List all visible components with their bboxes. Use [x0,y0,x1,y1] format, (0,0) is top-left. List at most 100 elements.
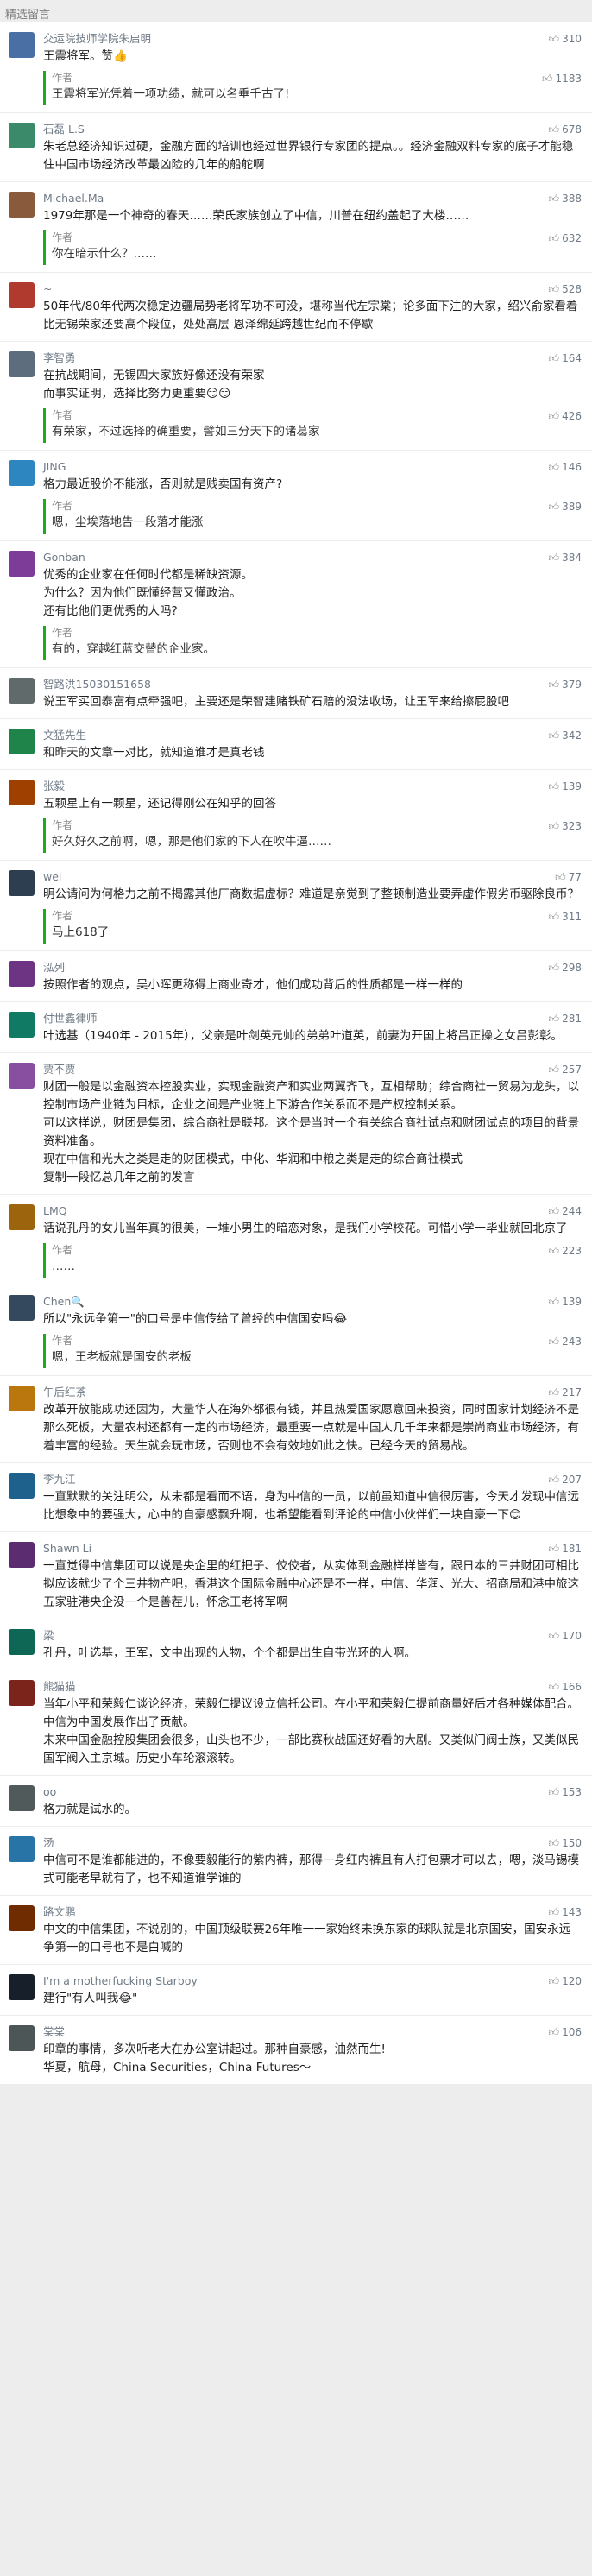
commenter-name[interactable]: 张毅 [43,779,580,794]
commenter-name[interactable]: 智路洪15030151658 [43,677,580,692]
like-count: 528 [562,283,582,295]
like-button[interactable]: 👍︎ 207 [549,1472,582,1487]
avatar[interactable] [9,460,35,486]
comment-list: 交运院技师学院朱启明 👍︎ 310 王震将军。赞👍 作者 👍︎ 1183 王震将军光凭着一项功… [0,22,592,2085]
like-button[interactable]: 👍︎ 342 [549,728,582,743]
avatar[interactable] [9,1542,35,1568]
like-button[interactable]: 👍︎ 388 [549,191,582,206]
commenter-name[interactable]: 交运院技师学院朱启明 [43,31,580,47]
like-count: 170 [562,1630,582,1642]
avatar[interactable] [9,961,35,987]
avatar[interactable] [9,1974,35,2000]
commenter-name[interactable]: 午后红茶 [43,1385,580,1400]
like-button[interactable]: 👍︎ 150 [549,1835,582,1851]
commenter-name[interactable]: Gonban [43,550,580,565]
like-button[interactable]: 👍︎ 384 [549,550,582,565]
commenter-name[interactable]: 李智勇 [43,350,580,366]
like-button[interactable]: 👍︎ 170 [549,1628,582,1644]
commenter-name[interactable]: 棠棠 [43,2024,580,2040]
like-button[interactable]: 👍︎ 528 [549,281,582,297]
like-button[interactable]: 👍︎ 164 [549,350,582,366]
commenter-name[interactable]: Chen🔍 [43,1294,580,1310]
avatar[interactable] [9,2025,35,2051]
like-button[interactable]: 👍︎ 310 [549,31,582,47]
like-button[interactable]: 👍︎ 143 [549,1904,582,1920]
like-button[interactable]: 👍︎ 139 [549,1294,582,1310]
commenter-name[interactable]: Shawn Li [43,1541,580,1556]
author-reply-label: 作者 [52,1335,73,1347]
commenter-name[interactable]: I'm a motherfucking Starboy [43,1973,580,1989]
avatar[interactable] [9,780,35,805]
like-button[interactable]: 👍︎ 257 [549,1062,582,1077]
avatar[interactable] [9,870,35,896]
like-button[interactable]: 👍︎ 139 [549,779,582,794]
commenter-name[interactable]: LMQ [43,1203,580,1219]
commenter-name[interactable]: 贾不贾 [43,1062,580,1077]
reply-like-button[interactable]: 👍︎ 1183 [542,71,582,86]
author-reply-label: 作者 [52,72,73,84]
avatar[interactable] [9,282,35,308]
like-button[interactable]: 👍︎ 166 [549,1679,582,1695]
avatar[interactable] [9,192,35,218]
avatar[interactable] [9,1386,35,1411]
commenter-name[interactable]: 李九江 [43,1472,580,1487]
like-button[interactable]: 👍︎ 217 [549,1385,582,1400]
avatar[interactable] [9,1785,35,1811]
avatar[interactable] [9,1680,35,1706]
like-button[interactable]: 👍︎ 153 [549,1784,582,1800]
author-reply: 作者 👍︎ 1183 王震将军光凭着一项功绩，就可以名垂千古了! [43,71,582,105]
like-button[interactable]: 👍︎ 181 [549,1541,582,1556]
reply-like-button[interactable]: 👍︎ 632 [549,230,582,246]
avatar[interactable] [9,351,35,377]
commenter-name[interactable]: 路文鹏 [43,1904,580,1920]
avatar[interactable] [9,1012,35,1038]
like-button[interactable]: 👍︎ 379 [549,677,582,692]
commenter-name[interactable]: 石磊 L.S [43,122,580,137]
avatar[interactable] [9,1063,35,1089]
avatar[interactable] [9,1473,35,1499]
avatar[interactable] [9,1836,35,1862]
avatar[interactable] [9,1905,35,1931]
commenter-name[interactable]: 梁 [43,1628,580,1644]
like-button[interactable]: 👍︎ 678 [549,122,582,137]
reply-like-button[interactable]: 👍︎ 323 [549,818,582,834]
avatar[interactable] [9,1629,35,1655]
reply-like-button[interactable]: 👍︎ 389 [549,499,582,515]
thumbs-up-icon: 👍︎ [548,1474,560,1486]
reply-like-button[interactable]: 👍︎ 311 [549,909,582,925]
avatar[interactable] [9,678,35,704]
avatar[interactable] [9,32,35,58]
avatar[interactable] [9,551,35,577]
commenter-name[interactable]: 熊猫猫 [43,1679,580,1695]
avatar[interactable] [9,123,35,148]
like-button[interactable]: 👍︎ 281 [549,1011,582,1026]
like-button[interactable]: 👍︎ 106 [549,2024,582,2040]
commenter-name[interactable]: wei [43,869,580,885]
avatar[interactable] [9,1295,35,1321]
like-button[interactable]: 👍︎ 146 [549,459,582,475]
comment-text: 建行"有人叫我😂" [43,1992,138,2005]
avatar[interactable] [9,1204,35,1230]
author-reply-text: 有荣家，不过选择的确重要，譬如三分天下的诸葛家 [52,425,320,439]
commenter-name[interactable]: ~ [43,281,580,297]
like-count: 310 [562,33,582,45]
reply-like-count: 426 [562,410,582,422]
commenter-name[interactable]: 文猛先生 [43,728,580,743]
commenter-name[interactable]: 汤 [43,1835,580,1851]
commenter-name[interactable]: 泓列 [43,960,580,975]
like-button[interactable]: 👍︎ 298 [549,960,582,975]
like-button[interactable]: 👍︎ 77 [555,869,582,885]
reply-like-button[interactable]: 👍︎ 426 [549,408,582,424]
comment-item: 文猛先生 👍︎ 342 和昨天的文章一对比，就知道谁才是真老钱 [0,719,592,770]
commenter-name[interactable]: JING [43,459,580,475]
commenter-name[interactable]: oo [43,1784,580,1800]
commenter-name[interactable]: 付世鑫律师 [43,1011,580,1026]
like-count: 298 [562,962,582,974]
like-button[interactable]: 👍︎ 244 [549,1203,582,1219]
avatar[interactable] [9,729,35,754]
commenter-name[interactable]: Michael.Ma [43,191,580,206]
like-count: 181 [562,1543,582,1555]
like-button[interactable]: 👍︎ 120 [549,1973,582,1989]
reply-like-button[interactable]: 👍︎ 223 [549,1243,582,1259]
reply-like-button[interactable]: 👍︎ 243 [549,1334,582,1349]
